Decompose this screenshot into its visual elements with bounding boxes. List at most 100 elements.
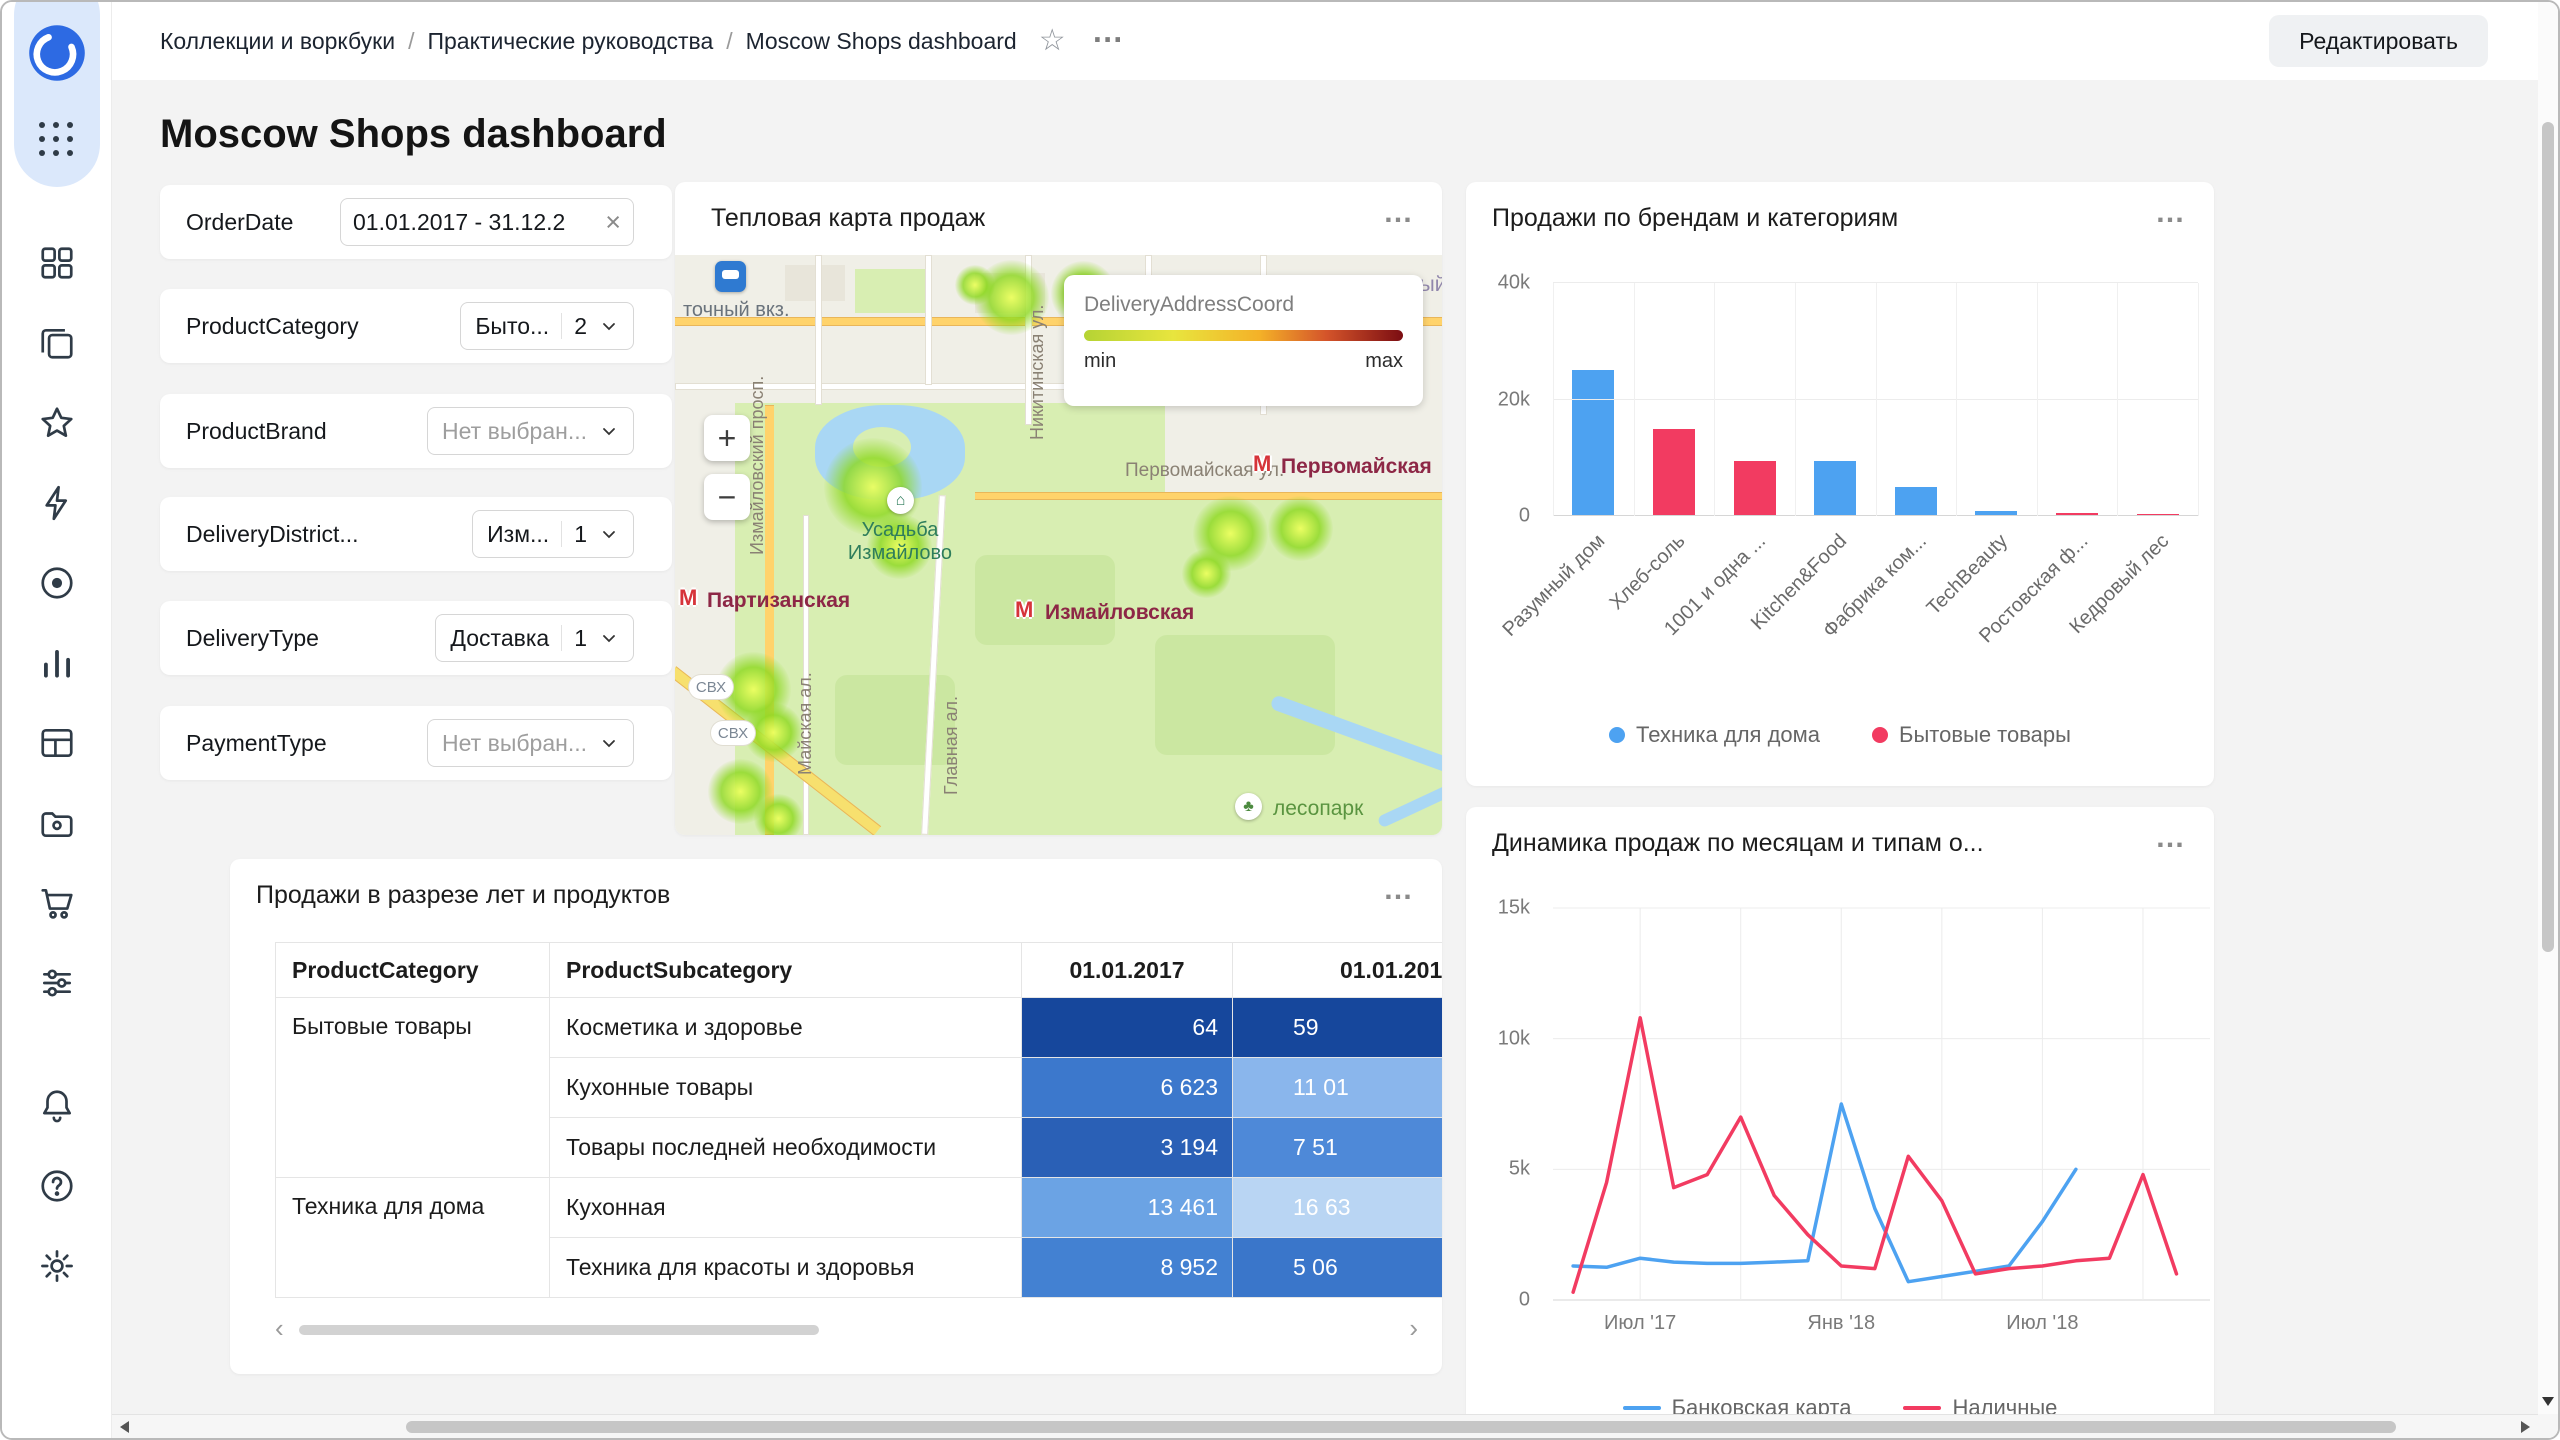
gridline-vertical xyxy=(2117,283,2119,516)
bar-slot xyxy=(1553,283,1634,516)
datalens-logo-icon[interactable] xyxy=(28,24,86,82)
payment-type-select[interactable]: Нет выбран... xyxy=(427,719,634,767)
header-more-icon[interactable]: … xyxy=(1092,13,1127,50)
filter-label: DeliveryDistrict... xyxy=(186,520,359,547)
line-series[interactable] xyxy=(1571,1016,2179,1294)
zoom-in-button[interactable]: + xyxy=(704,415,750,461)
vertical-scroll-thumb[interactable] xyxy=(2542,122,2554,952)
heat-spot xyxy=(753,793,803,835)
road-badge: СВХ xyxy=(711,721,755,745)
more-icon[interactable]: … xyxy=(2155,196,2188,230)
sales-table: ProductCategory ProductSubcategory 01.01.2… xyxy=(275,942,1442,1298)
filter-label: ProductCategory xyxy=(186,312,359,339)
delivery-type-select[interactable]: Доставка 1 xyxy=(435,614,634,662)
date-range-input[interactable]: 01.01.2017 - 31.12.2 × xyxy=(340,198,634,246)
category-label: Разумный дом xyxy=(1498,530,1609,641)
chevron-down-icon xyxy=(599,628,619,648)
table-hscrollbar: ‹ › xyxy=(275,1315,1418,1343)
select-count: 1 xyxy=(574,624,587,651)
more-icon[interactable]: … xyxy=(1383,873,1416,907)
horizontal-scroll-thumb[interactable] xyxy=(406,1421,2396,1433)
rail-station-icon[interactable] xyxy=(715,261,746,292)
delivery-district-select[interactable]: Изм... 1 xyxy=(472,510,634,558)
value-cell-2018: 5 06 xyxy=(1232,1237,1442,1298)
dynamics-yaxis: 15k 10k 5k 0 xyxy=(1466,897,1542,1311)
window-vertical-scrollbar[interactable] xyxy=(2538,2,2558,1414)
clear-icon[interactable]: × xyxy=(605,208,621,236)
bar[interactable] xyxy=(1572,370,1615,516)
favorite-star-icon[interactable]: ☆ xyxy=(1039,26,1066,56)
select-placeholder: Нет выбран... xyxy=(442,417,587,444)
legend-item[interactable]: Бытовые товары xyxy=(1872,722,2071,748)
metro-station-label: Измайловская xyxy=(1045,601,1195,624)
settings-gear-icon[interactable] xyxy=(38,1247,76,1285)
line-series[interactable] xyxy=(1571,1102,2078,1284)
y-tick-label: 0 xyxy=(1518,504,1530,527)
legend-line-icon xyxy=(1903,1406,1942,1410)
window-horizontal-scrollbar[interactable] xyxy=(112,1414,2538,1438)
nav-marketplace-icon[interactable] xyxy=(38,884,76,922)
subcategory-cell: Кухонные товары xyxy=(549,1057,1022,1118)
nav-charts-icon[interactable] xyxy=(38,644,76,682)
subcategory-cell: Косметика и здоровье xyxy=(549,997,1022,1058)
bar[interactable] xyxy=(1814,460,1857,516)
brand-categories: Разумный дом Хлеб-соль 1001 и одна ... Kitc… xyxy=(1498,516,2198,691)
heat-spot xyxy=(1181,548,1231,598)
poi-label: Усадьба Измайлово xyxy=(847,519,953,564)
nav-storage-icon[interactable] xyxy=(38,804,76,842)
nav-favorites-icon[interactable] xyxy=(38,404,76,442)
legend-item[interactable]: Техника для дома xyxy=(1609,722,1820,748)
nav-datasets-icon[interactable] xyxy=(38,564,76,602)
nav-home-icon[interactable] xyxy=(38,244,76,282)
nav-collections-icon[interactable] xyxy=(38,324,76,362)
notifications-bell-icon[interactable] xyxy=(38,1087,76,1125)
gridline-vertical xyxy=(1875,283,1877,516)
scroll-right-icon[interactable]: › xyxy=(1409,1315,1418,1341)
scroll-left-icon[interactable]: ‹ xyxy=(275,1315,284,1341)
breadcrumb-collections[interactable]: Коллекции и воркбуки xyxy=(160,28,395,55)
map-label: точный вкз. xyxy=(683,299,790,321)
bar[interactable] xyxy=(1894,486,1937,516)
table-scroll-thumb[interactable] xyxy=(299,1325,819,1335)
metro-icon[interactable]: М xyxy=(1015,597,1033,623)
filter-label: DeliveryType xyxy=(186,624,319,651)
map-canvas[interactable]: точный вкз. Сиреневый Никитинская ул. Пе… xyxy=(675,255,1442,835)
nav-tables-icon[interactable] xyxy=(38,724,76,762)
bar[interactable] xyxy=(1733,460,1776,516)
bar-slot xyxy=(1714,283,1795,516)
metro-icon[interactable]: М xyxy=(679,585,697,611)
product-category-select[interactable]: Быто... 2 xyxy=(460,302,634,350)
bar[interactable] xyxy=(1652,428,1695,516)
filter-product-category: ProductCategory Быто... 2 xyxy=(160,289,672,363)
value-cell-2017: 8 952 xyxy=(1021,1237,1233,1298)
product-brand-select[interactable]: Нет выбран... xyxy=(427,407,634,455)
help-icon[interactable] xyxy=(38,1167,76,1205)
y-tick-label: 20k xyxy=(1497,388,1530,410)
nav-services-icon[interactable] xyxy=(38,964,76,1002)
map-road xyxy=(815,255,822,405)
scroll-right-arrow-icon[interactable] xyxy=(2521,1421,2530,1433)
dynamics-chart-widget: Динамика продаж по месяцам и типам о... … xyxy=(1466,807,2214,1438)
filter-order-date: OrderDate 01.01.2017 - 31.12.2 × xyxy=(160,185,672,259)
scroll-down-arrow-icon[interactable] xyxy=(2542,1397,2554,1406)
scroll-left-arrow-icon[interactable] xyxy=(120,1421,129,1433)
value-cell-2017: 3 194 xyxy=(1021,1117,1233,1178)
museum-icon[interactable]: ⌂ xyxy=(887,487,914,514)
nav-connections-icon[interactable] xyxy=(38,484,76,522)
breadcrumb-guides[interactable]: Практические руководства xyxy=(427,28,713,55)
gridline-vertical xyxy=(1553,283,1554,516)
chevron-down-icon xyxy=(599,421,619,441)
zoom-out-button[interactable]: − xyxy=(704,474,750,520)
filter-delivery-district: DeliveryDistrict... Изм... 1 xyxy=(160,497,672,571)
more-icon[interactable]: … xyxy=(1383,196,1416,230)
edit-button[interactable]: Редактировать xyxy=(2269,15,2488,67)
metro-icon[interactable]: М xyxy=(1253,451,1271,477)
y-tick-label: 5k xyxy=(1508,1157,1530,1180)
apps-grid-icon[interactable] xyxy=(39,122,73,156)
gridline-vertical xyxy=(1633,283,1635,516)
tree-icon[interactable]: ♣ xyxy=(1235,793,1262,820)
more-icon[interactable]: … xyxy=(2155,821,2188,855)
legend-label: Бытовые товары xyxy=(1899,722,2071,747)
map-road xyxy=(925,255,932,385)
heat-spot xyxy=(955,265,995,305)
